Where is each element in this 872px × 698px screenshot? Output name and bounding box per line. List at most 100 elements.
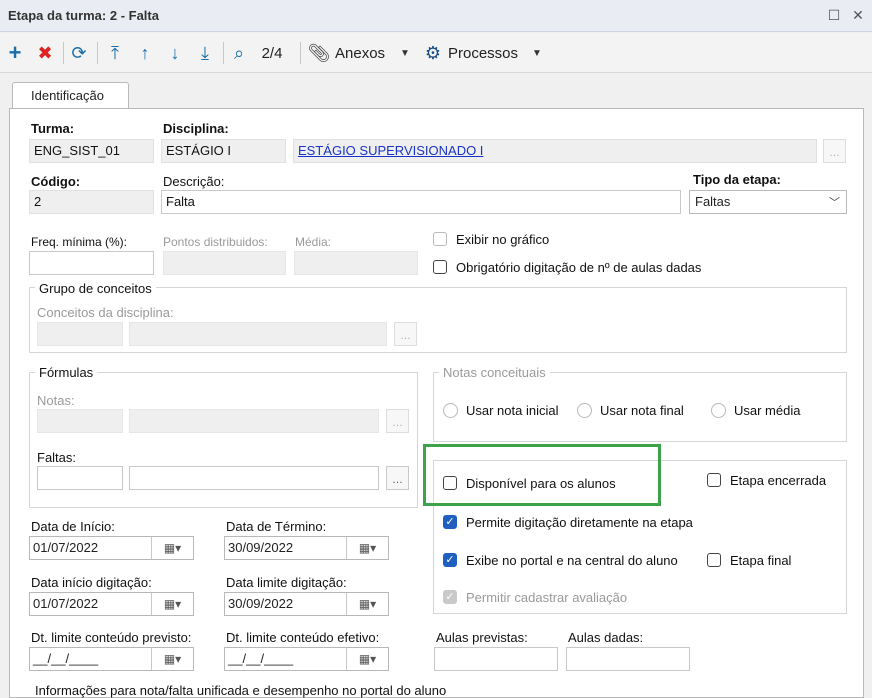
notas-lookup-button[interactable]: … xyxy=(386,409,409,433)
next-record-icon[interactable]: ↓ xyxy=(164,41,186,65)
permitir-avaliacao-checkbox[interactable]: ✓ xyxy=(443,590,457,604)
faltas-name-field[interactable] xyxy=(129,466,379,490)
close-icon[interactable]: ✕ xyxy=(850,6,866,24)
conceitos-lookup-button[interactable]: … xyxy=(394,322,417,346)
conceitos-name-field xyxy=(129,322,387,346)
permite-digitacao-label: Permite digitação diretamente na etapa xyxy=(466,515,693,530)
usar-media-label: Usar média xyxy=(734,403,801,418)
grupo-conceitos-title: Grupo de conceitos xyxy=(35,281,156,296)
add-icon[interactable]: + xyxy=(4,40,26,65)
notas-name-field xyxy=(129,409,379,433)
notas-conceituais-title: Notas conceituais xyxy=(439,365,550,380)
freq-minima-label: Freq. mínima (%): xyxy=(31,235,128,249)
window-title: Etapa da turma: 2 - Falta xyxy=(8,8,159,23)
descricao-field[interactable]: Falta xyxy=(161,190,681,214)
calendar-icon[interactable]: ▦▾ xyxy=(151,537,193,559)
toolbar: + ✖ ⟳ ⤒ ↑ ↓ ⤓ ⌕ 2/4 📎︎ Anexos ▼ ⚙ Proces… xyxy=(0,33,872,73)
first-record-icon[interactable]: ⤒ xyxy=(104,41,126,65)
descricao-label: Descrição: xyxy=(163,174,225,189)
previous-record-icon[interactable]: ↑ xyxy=(134,41,156,65)
gear-icon[interactable]: ⚙ xyxy=(424,41,442,65)
notas-code-field xyxy=(37,409,123,433)
pontos-distribuidos-field xyxy=(163,251,286,275)
usar-nota-final-radio[interactable] xyxy=(577,403,592,418)
title-bar: Etapa da turma: 2 - Falta ☐ ✕ xyxy=(0,0,872,32)
data-termino-field[interactable]: 30/09/2022 ▦▾ xyxy=(224,536,389,560)
disciplina-code-field[interactable]: ESTÁGIO I xyxy=(161,139,286,163)
record-position: 2/4 xyxy=(261,44,283,62)
aulas-dadas-label: Aulas dadas: xyxy=(568,630,644,645)
notas-label: Notas: xyxy=(37,393,75,408)
processes-button[interactable]: Processos xyxy=(448,41,518,65)
etapa-encerrada-checkbox[interactable] xyxy=(707,473,721,487)
faltas-lookup-button[interactable]: … xyxy=(386,466,409,490)
etapa-encerrada-label: Etapa encerrada xyxy=(730,473,827,488)
calendar-icon[interactable]: ▦▾ xyxy=(346,593,388,615)
media-label: Média: xyxy=(295,235,332,249)
obrigatorio-aulas-label: Obrigatório digitação de nº de aulas dad… xyxy=(456,260,702,275)
footer-group-title: Informações para nota/falta unificada e … xyxy=(35,683,447,698)
delete-icon[interactable]: ✖ xyxy=(34,41,56,65)
exibir-grafico-checkbox[interactable] xyxy=(433,232,447,246)
dt-limite-efetivo-label: Dt. limite conteúdo efetivo: xyxy=(226,630,380,645)
tab-identificacao[interactable]: Identificação xyxy=(12,82,129,109)
calendar-icon[interactable]: ▦▾ xyxy=(346,537,388,559)
data-inicio-field[interactable]: 01/07/2022 ▦▾ xyxy=(29,536,194,560)
data-inicio-digitacao-field[interactable]: 01/07/2022 ▦▾ xyxy=(29,592,194,616)
exibe-portal-label: Exibe no portal e na central do aluno xyxy=(466,553,678,568)
data-limite-digitacao-field[interactable]: 30/09/2022 ▦▾ xyxy=(224,592,389,616)
turma-field[interactable]: ENG_SIST_01 xyxy=(29,139,154,163)
media-field xyxy=(294,251,418,275)
exibe-portal-checkbox[interactable]: ✓ xyxy=(443,553,457,567)
highlight-box xyxy=(423,444,661,506)
faltas-code-field[interactable] xyxy=(37,466,123,490)
permitir-avaliacao-label: Permitir cadastrar avaliação xyxy=(466,590,628,605)
dt-limite-previsto-label: Dt. limite conteúdo previsto: xyxy=(31,630,192,645)
freq-minima-field[interactable] xyxy=(29,251,154,275)
conceitos-disciplina-label: Conceitos da disciplina: xyxy=(37,305,174,320)
usar-media-radio[interactable] xyxy=(711,403,726,418)
data-termino-label: Data de Término: xyxy=(226,519,327,534)
tipo-etapa-label: Tipo da etapa: xyxy=(693,172,781,187)
maximize-icon[interactable]: ☐ xyxy=(826,6,842,24)
turma-label: Turma: xyxy=(31,121,75,136)
permite-digitacao-checkbox[interactable]: ✓ xyxy=(443,515,457,529)
codigo-label: Código: xyxy=(31,174,81,189)
aulas-dadas-field[interactable] xyxy=(566,647,690,671)
usar-nota-inicial-label: Usar nota inicial xyxy=(466,403,559,418)
last-record-icon[interactable]: ⤓ xyxy=(194,41,216,65)
dt-limite-efetivo-field[interactable]: __/__/____ ▦▾ xyxy=(224,647,389,671)
aulas-previstas-label: Aulas previstas: xyxy=(436,630,528,645)
attachments-button[interactable]: Anexos xyxy=(335,41,385,65)
chevron-down-icon[interactable]: ▼ xyxy=(530,41,544,65)
calendar-icon[interactable]: ▦▾ xyxy=(151,648,193,670)
disciplina-name-link[interactable]: ESTÁGIO SUPERVISIONADO I xyxy=(298,143,483,158)
form-panel: Turma: Disciplina: ENG_SIST_01 ESTÁGIO I… xyxy=(9,108,864,698)
data-inicio-digitacao-label: Data início digitação: xyxy=(31,575,152,590)
obrigatorio-aulas-checkbox[interactable] xyxy=(433,260,447,274)
usar-nota-inicial-radio[interactable] xyxy=(443,403,458,418)
faltas-label: Faltas: xyxy=(37,450,77,465)
chevron-down-icon[interactable]: ▼ xyxy=(398,41,412,65)
conceitos-code-field xyxy=(37,322,123,346)
chevron-down-icon: ﹀ xyxy=(829,197,840,209)
tipo-etapa-select[interactable]: Faltas ﹀ xyxy=(689,190,847,214)
calendar-icon[interactable]: ▦▾ xyxy=(151,593,193,615)
disciplina-label: Disciplina: xyxy=(163,121,229,136)
calendar-icon[interactable]: ▦▾ xyxy=(346,648,388,670)
search-icon[interactable]: ⌕ xyxy=(228,41,250,65)
refresh-icon[interactable]: ⟳ xyxy=(68,41,90,65)
usar-nota-final-label: Usar nota final xyxy=(600,403,684,418)
paperclip-icon[interactable]: 📎︎ xyxy=(308,41,331,65)
etapa-final-checkbox[interactable] xyxy=(707,553,721,567)
tipo-etapa-value: Faltas xyxy=(695,194,731,209)
codigo-field[interactable]: 2 xyxy=(29,190,154,214)
pontos-distribuidos-label: Pontos distribuidos: xyxy=(163,235,268,249)
aulas-previstas-field[interactable] xyxy=(434,647,558,671)
dt-limite-previsto-field[interactable]: __/__/____ ▦▾ xyxy=(29,647,194,671)
etapa-final-label: Etapa final xyxy=(730,553,792,568)
disciplina-name-field[interactable]: ESTÁGIO SUPERVISIONADO I xyxy=(293,139,817,163)
formulas-title: Fórmulas xyxy=(35,365,98,380)
disciplina-lookup-button[interactable]: … xyxy=(823,139,846,163)
exibir-grafico-label: Exibir no gráfico xyxy=(456,232,550,247)
